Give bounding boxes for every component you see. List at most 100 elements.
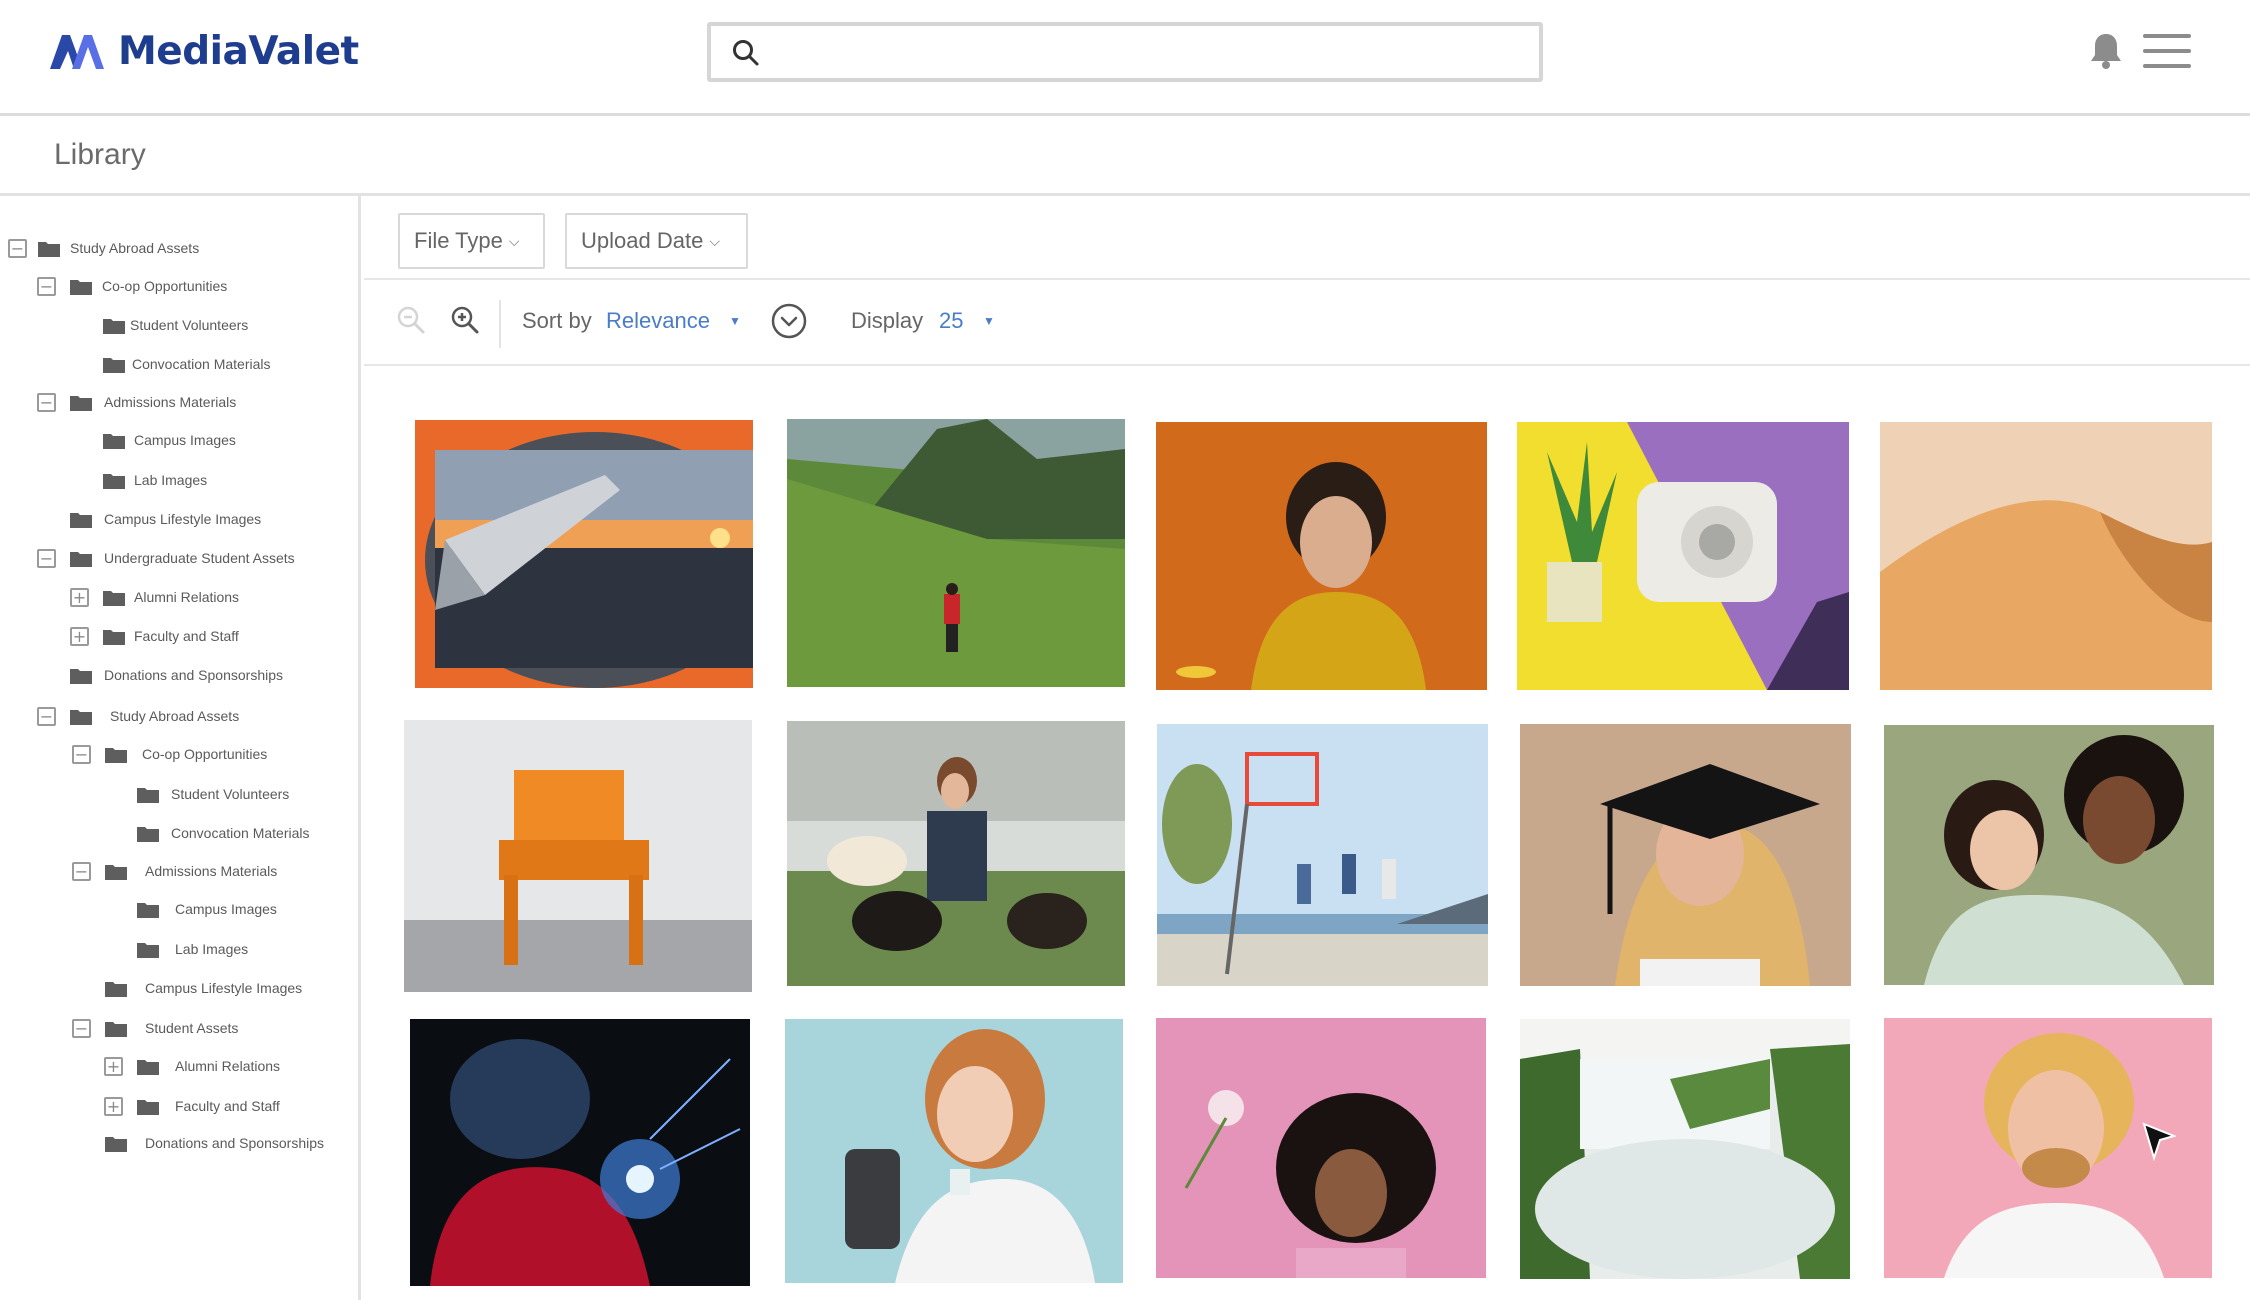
tree-item-label: Admissions Materials xyxy=(145,863,278,879)
tree-item-label: Alumni Relations xyxy=(175,1058,281,1074)
tree-item-label: Study Abroad Assets xyxy=(70,240,200,256)
library-header: Library xyxy=(0,116,2250,196)
folder-icon xyxy=(137,788,159,803)
tree-item[interactable]: − Admissions Materials xyxy=(0,388,358,418)
brand-logo[interactable]: MediaValet xyxy=(48,28,359,74)
tree-item[interactable]: + Faculty and Staff xyxy=(0,1092,358,1122)
asset-thumbnail[interactable] xyxy=(1157,724,1488,986)
collapse-icon[interactable]: − xyxy=(72,745,91,764)
top-bar: MediaValet xyxy=(0,0,2250,116)
sort-select[interactable]: Relevance xyxy=(606,308,710,334)
folder-icon xyxy=(103,434,125,449)
expand-icon[interactable]: + xyxy=(104,1057,123,1076)
folder-icon xyxy=(105,1022,127,1037)
asset-thumbnail[interactable] xyxy=(415,420,753,688)
sort-order-toggle-icon[interactable] xyxy=(770,302,808,345)
tree-item[interactable]: − Co-op Opportunities xyxy=(0,272,358,302)
expand-icon[interactable]: + xyxy=(70,627,89,646)
folder-icon xyxy=(103,319,125,334)
collapse-icon[interactable]: − xyxy=(37,549,56,568)
tree-item[interactable]: Lab Images xyxy=(0,466,358,496)
tree-item[interactable]: − Undergraduate Student Assets xyxy=(0,544,358,574)
folder-icon xyxy=(70,396,92,411)
tree-item[interactable]: Donations and Sponsorships xyxy=(0,661,358,691)
tree-item[interactable]: − Student Assets xyxy=(0,1014,358,1044)
zoom-out-icon[interactable] xyxy=(395,304,427,341)
tree-item[interactable]: Convocation Materials xyxy=(0,819,358,849)
tree-item[interactable]: Student Volunteers xyxy=(0,311,358,341)
tree-item[interactable]: + Faculty and Staff xyxy=(0,622,358,652)
curly-hair-man-orange-icon xyxy=(1156,422,1487,690)
tree-item-label: Donations and Sponsorships xyxy=(145,1135,325,1151)
asset-thumbnail[interactable] xyxy=(787,419,1125,687)
tree-item[interactable]: Donations and Sponsorships xyxy=(0,1129,358,1159)
tree-item[interactable]: Campus Lifestyle Images xyxy=(0,974,358,1004)
folder-icon xyxy=(70,552,92,567)
search-input[interactable] xyxy=(775,34,1515,70)
brand-name: MediaValet xyxy=(118,28,359,74)
tree-item[interactable]: + Alumni Relations xyxy=(0,1052,358,1082)
tree-item-label: Lab Images xyxy=(175,941,249,957)
woman-flower-pink-icon xyxy=(1156,1018,1486,1278)
expand-icon[interactable]: + xyxy=(104,1097,123,1116)
collapse-icon[interactable]: − xyxy=(8,239,27,258)
sort-chevron-icon[interactable]: ▼ xyxy=(729,314,741,328)
asset-thumbnail[interactable] xyxy=(1520,724,1851,986)
asset-thumbnail[interactable] xyxy=(785,1019,1123,1283)
tree-item-label: Donations and Sponsorships xyxy=(104,667,284,683)
folder-icon xyxy=(105,865,127,880)
tree-item[interactable]: Lab Images xyxy=(0,935,358,965)
expand-icon[interactable]: + xyxy=(70,588,89,607)
graduate-cap-icon xyxy=(1520,724,1851,986)
tree-item-label: Faculty and Staff xyxy=(134,628,239,644)
asset-thumbnail[interactable] xyxy=(1156,1018,1486,1278)
display-count-select[interactable]: 25 xyxy=(939,308,963,334)
asset-thumbnail[interactable] xyxy=(1517,422,1849,690)
asset-thumbnail[interactable] xyxy=(404,720,752,992)
tree-item-label: Student Volunteers xyxy=(171,786,290,802)
tree-item[interactable]: Campus Lifestyle Images xyxy=(0,505,358,535)
chevron-down-icon: ⌵ xyxy=(508,232,520,249)
collapse-icon[interactable]: − xyxy=(72,862,91,881)
tree-item[interactable]: Student Volunteers xyxy=(0,780,358,810)
asset-thumbnail[interactable] xyxy=(1880,422,2212,690)
tree-item-label: Student Volunteers xyxy=(130,317,249,333)
folder-icon xyxy=(105,1137,127,1152)
display-chevron-icon[interactable]: ▼ xyxy=(983,314,995,328)
hiker-green-hills-icon xyxy=(787,419,1125,687)
asset-thumbnail[interactable] xyxy=(1520,1019,1850,1279)
collapse-icon[interactable]: − xyxy=(37,707,56,726)
tree-item[interactable]: Campus Images xyxy=(0,426,358,456)
zoom-in-icon[interactable] xyxy=(449,304,481,341)
hamburger-menu-icon[interactable] xyxy=(2143,34,2191,68)
tree-item[interactable]: Campus Images xyxy=(0,895,358,925)
asset-thumbnail[interactable] xyxy=(787,721,1125,986)
tree-item[interactable]: − Study Abroad Assets xyxy=(0,234,358,264)
tree-item[interactable]: − Co-op Opportunities xyxy=(0,740,358,770)
collapse-icon[interactable]: − xyxy=(72,1019,91,1038)
tree-item[interactable]: − Admissions Materials xyxy=(0,857,358,887)
asset-thumbnail[interactable] xyxy=(1884,725,2214,985)
folder-icon xyxy=(137,903,159,918)
upload-date-filter[interactable]: Upload Date ⌵ xyxy=(565,213,748,269)
tree-item[interactable]: Convocation Materials xyxy=(0,350,358,380)
asset-thumbnail[interactable] xyxy=(410,1019,750,1286)
tree-item[interactable]: − Study Abroad Assets xyxy=(0,702,358,732)
chevron-down-icon: ⌵ xyxy=(709,232,720,249)
collapse-icon[interactable]: − xyxy=(37,277,56,296)
file-type-filter[interactable]: File Type ⌵ xyxy=(398,213,545,269)
folder-icon xyxy=(137,943,159,958)
notifications-bell-icon[interactable] xyxy=(2088,30,2124,75)
folder-icon xyxy=(103,358,125,373)
folder-icon xyxy=(38,242,60,257)
asset-thumbnail[interactable] xyxy=(1156,422,1487,690)
folder-icon xyxy=(70,513,92,528)
view-toolbar: Sort by Relevance ▼ Display 25 ▼ xyxy=(364,280,2250,366)
tree-item[interactable]: + Alumni Relations xyxy=(0,583,358,613)
display-label: Display xyxy=(851,308,924,333)
file-type-label: File Type xyxy=(414,228,503,253)
search-box[interactable] xyxy=(707,22,1543,82)
upload-date-label: Upload Date xyxy=(581,228,704,253)
collapse-icon[interactable]: − xyxy=(37,393,56,412)
folder-icon xyxy=(70,710,92,725)
